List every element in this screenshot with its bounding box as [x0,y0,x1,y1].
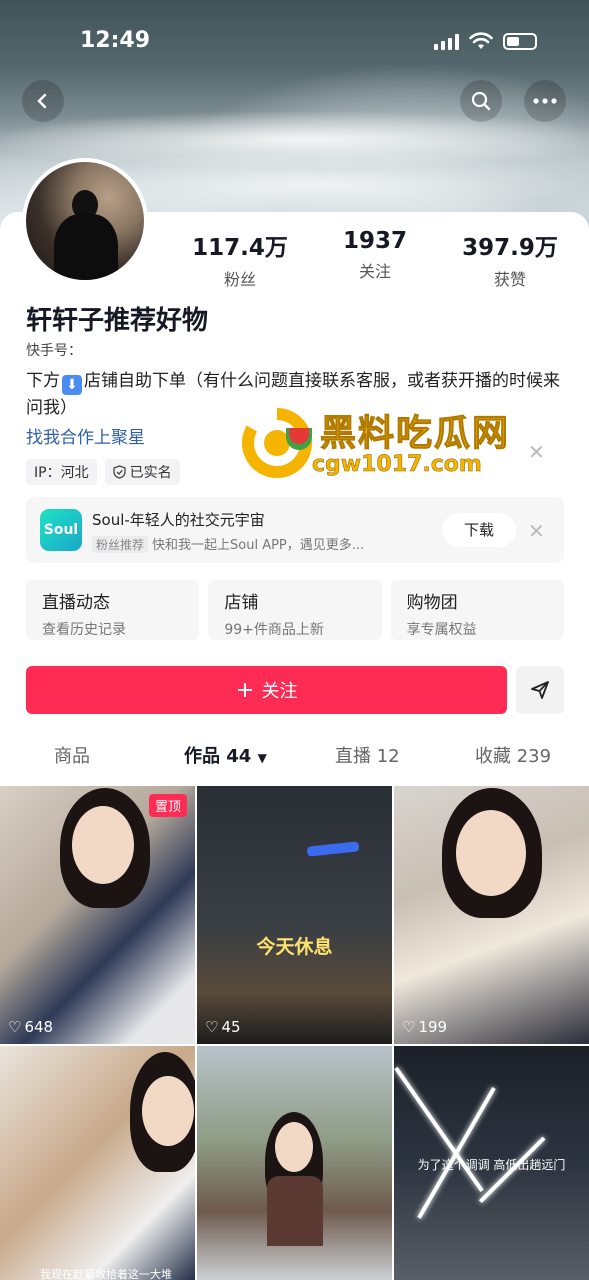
heart-icon: ♡ [205,1018,219,1036]
bio-text: 下方 [26,371,60,391]
ip-location-tag: IP：河北 [26,459,97,485]
caret-down-icon: ▼ [257,751,267,765]
profile-page: 12:49 117.4万 粉丝 1937 关注 397.9万 获赞 轩轩子推荐好… [0,0,589,1280]
back-button[interactable] [22,80,64,122]
profile-tags: IP：河北 已实名 [26,459,180,485]
ad-description: 粉丝推荐 快和我一起上Soul APP，遇见更多... [92,534,422,553]
verified-tag: 已实名 [104,459,180,485]
kuaishou-id[interactable]: 快手号： [26,340,82,360]
shield-check-icon [112,465,126,479]
ip-text: IP：河北 [34,465,89,481]
like-count-text: 45 [221,1018,241,1036]
stat-label: 关注 [358,262,391,281]
tab-works[interactable]: 作品 44 ▼ [184,742,267,768]
service-title: 店铺 [224,593,259,613]
more-dots-icon [533,98,557,104]
stat-fans[interactable]: 117.4万 粉丝 [180,228,300,290]
close-ad-icon[interactable]: ✕ [528,519,545,543]
watermark-overlay: 黑料吃瓜网 cgw1017.com [242,404,542,484]
video-thumb[interactable]: ♡ 199 [394,786,589,1044]
video-overlay-text: 为了这个调调 高低出趟远门 [417,1158,566,1172]
like-count: ♡ 199 [402,1018,447,1036]
stat-value: 117.4万 [192,235,288,261]
follow-label: 关注 [261,681,298,702]
cooperation-link[interactable]: 找我合作上聚星 [26,423,145,448]
video-caption: 我现在赶紧收拾着这一大堆 [40,1268,172,1280]
video-thumb[interactable]: 我现在赶紧收拾着这一大堆 [0,1046,195,1280]
like-count-text: 199 [418,1018,448,1036]
stat-label: 获赞 [493,270,526,289]
stat-value: 1937 [342,228,407,254]
stat-value: 397.9万 [462,235,558,261]
tab-live[interactable]: 直播 12 [335,742,400,768]
status-time: 12:49 [80,28,151,53]
heart-icon: ♡ [8,1018,22,1036]
video-thumb[interactable] [197,1046,392,1280]
video-thumb[interactable]: 置顶 ♡ 648 [0,786,195,1044]
service-title: 直播动态 [42,593,110,613]
search-icon [471,91,491,111]
service-sub: 查看历史记录 [42,622,126,638]
plus-icon [237,683,252,697]
like-count-text: 648 [24,1018,54,1036]
battery-icon [503,33,537,50]
stat-following[interactable]: 1937 关注 [315,228,435,290]
service-sub: 99+件商品上新 [224,622,324,638]
video-grid: 置顶 ♡648 今天休息 ♡45 ♡199 我现在赶紧收拾着这一大堆 为了 [0,786,589,1280]
more-button[interactable] [524,80,566,122]
watermark-url: cgw1017.com [312,452,482,478]
ad-title: Soul-年轻人的社交元宇宙 [92,511,265,529]
like-count: ♡ 45 [205,1018,241,1036]
profile-name: 轩轩子推荐好物 [26,306,209,336]
stat-likes[interactable]: 397.9万 获赞 [450,228,570,290]
share-button[interactable] [516,666,564,714]
video-overlay-text: 今天休息 [256,936,333,958]
send-icon [531,681,549,699]
service-entries: 直播动态 查看历史记录 店铺 99+件商品上新 购物团 享专属权益 [26,580,564,640]
tab-works-label: 作品 44 [184,746,252,767]
heart-icon: ♡ [402,1018,416,1036]
like-count: ♡ 648 [8,1018,53,1036]
ad-desc-text: 快和我一起上Soul APP，遇见更多... [152,538,365,553]
stat-label: 粉丝 [223,270,256,289]
wifi-icon [469,32,493,49]
soul-app-icon: Soul [40,509,82,551]
avatar[interactable] [22,158,148,284]
service-group[interactable]: 购物团 享专属权益 [390,580,564,640]
search-button[interactable] [460,80,502,122]
service-live[interactable]: 直播动态 查看历史记录 [26,580,200,640]
tab-favorites[interactable]: 收藏 239 [475,742,551,768]
tab-products[interactable]: 商品 [54,742,90,768]
video-thumb[interactable]: 今天休息 ♡ 45 [197,786,392,1044]
service-sub: 享专属权益 [406,622,477,638]
service-shop[interactable]: 店铺 99+件商品上新 [208,580,382,640]
video-thumb[interactable]: 为了这个调调 高低出趟远门 [394,1046,589,1280]
pinned-badge: 置顶 [148,794,187,817]
signal-icon [434,34,459,50]
back-arrow-icon [37,93,47,109]
status-icons [434,32,537,50]
service-title: 购物团 [406,593,458,613]
soul-ad-banner[interactable]: Soul Soul-年轻人的社交元宇宙 粉丝推荐 快和我一起上Soul APP，遇… [26,497,564,563]
down-arrow-icon: ⬇ [62,375,82,395]
download-button[interactable]: 下载 [442,513,516,547]
verified-text: 已实名 [129,465,172,481]
watermark-title: 黑料吃瓜网 [319,413,511,455]
content-tabs: 商品 作品 44 ▼ 直播 12 收藏 239 [0,742,589,778]
ad-chip: 粉丝推荐 [92,536,149,553]
follow-button[interactable]: 关注 [26,666,507,714]
profile-stats: 117.4万 粉丝 1937 关注 397.9万 获赞 [180,228,570,290]
